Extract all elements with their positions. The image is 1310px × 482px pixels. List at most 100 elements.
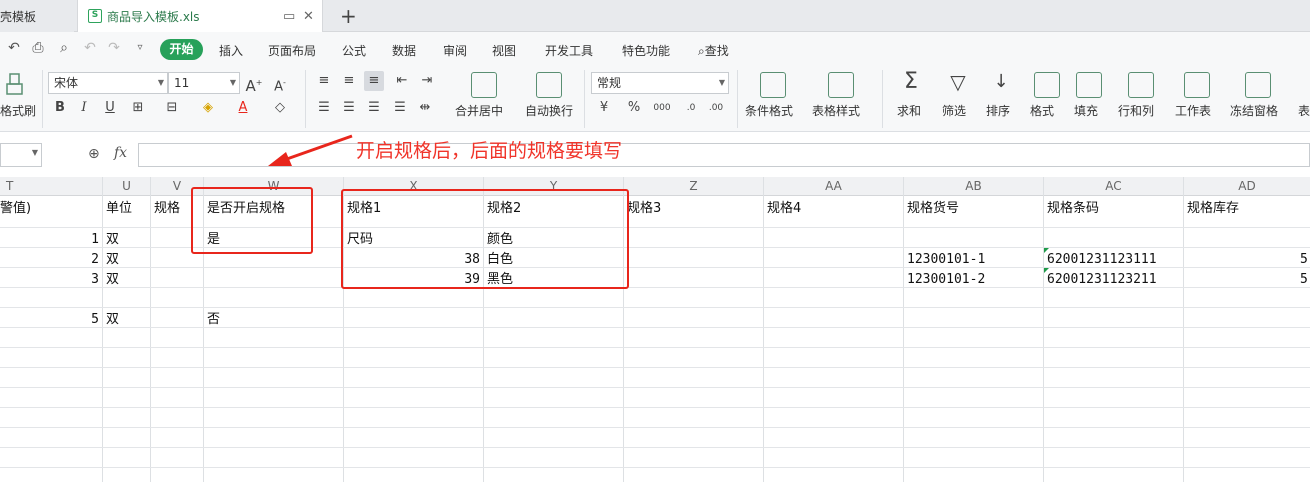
align-top-icon[interactable]: ≡ bbox=[314, 71, 334, 91]
cell-r2-ab[interactable]: 12300101-1 bbox=[907, 249, 985, 269]
merge-center-icon[interactable] bbox=[471, 72, 497, 98]
cell-header-z[interactable]: 规格3 bbox=[627, 198, 661, 218]
menu-data[interactable]: 数据 bbox=[392, 42, 416, 59]
format-brush-icon[interactable] bbox=[4, 72, 26, 98]
cell-r2-ac[interactable]: 62001231123111 bbox=[1047, 249, 1157, 269]
clear-format-icon[interactable]: ◇ bbox=[270, 98, 290, 118]
decrease-decimal-icon[interactable]: .00 bbox=[706, 98, 726, 118]
align-bottom-icon[interactable]: ≡ bbox=[364, 71, 384, 91]
undo-history-icon[interactable]: ↶ bbox=[6, 40, 22, 56]
menu-page-layout[interactable]: 页面布局 bbox=[268, 42, 316, 59]
table-style-icon[interactable] bbox=[828, 72, 854, 98]
merge-style-icon[interactable]: ⊟ bbox=[162, 98, 182, 118]
thousands-icon[interactable]: 000 bbox=[652, 98, 672, 118]
increase-decimal-icon[interactable]: .0 bbox=[681, 98, 701, 118]
sum-icon[interactable]: Σ bbox=[898, 71, 924, 98]
col-header-ac[interactable]: AC bbox=[1044, 177, 1183, 196]
conditional-format-icon[interactable] bbox=[760, 72, 786, 98]
window-restore-icon[interactable]: ▭ bbox=[283, 9, 295, 24]
bold-icon[interactable]: B bbox=[50, 98, 70, 118]
search-menu[interactable]: ⌕查找 bbox=[698, 42, 729, 59]
menu-developer[interactable]: 开发工具 bbox=[545, 42, 593, 59]
zoom-formula-icon[interactable]: ⊕ bbox=[88, 146, 100, 162]
align-right-icon[interactable]: ☰ bbox=[364, 98, 384, 118]
print-icon[interactable]: ⎙ bbox=[30, 40, 46, 56]
col-header-u[interactable]: U bbox=[103, 177, 150, 196]
col-header-aa[interactable]: AA bbox=[764, 177, 903, 196]
wrap-text-label[interactable]: 自动换行 bbox=[525, 102, 573, 119]
customize-quick-access-icon[interactable]: ▿ bbox=[132, 40, 148, 56]
print-preview-icon[interactable]: ⌕ bbox=[56, 40, 72, 56]
cell-header-ab[interactable]: 规格货号 bbox=[907, 198, 959, 218]
col-header-t[interactable]: T bbox=[0, 177, 102, 196]
cell-r3-ac[interactable]: 62001231123211 bbox=[1047, 269, 1157, 289]
filter-label[interactable]: 筛选 bbox=[942, 102, 966, 119]
col-header-ab[interactable]: AB bbox=[904, 177, 1043, 196]
menu-review[interactable]: 审阅 bbox=[443, 42, 467, 59]
cell-header-ac[interactable]: 规格条码 bbox=[1047, 198, 1099, 218]
cell-r5-u[interactable]: 双 bbox=[106, 309, 119, 329]
cell-r5-t[interactable]: 5 bbox=[0, 309, 99, 329]
currency-icon[interactable]: ¥ bbox=[594, 98, 614, 118]
font-color-icon[interactable]: A bbox=[233, 98, 253, 118]
align-center-icon[interactable]: ☰ bbox=[339, 98, 359, 118]
menu-features[interactable]: 特色功能 bbox=[622, 42, 670, 59]
table-style-label[interactable]: 表格样式 bbox=[812, 102, 860, 119]
fill-label[interactable]: 填充 bbox=[1074, 102, 1098, 119]
cell-r5-w[interactable]: 否 bbox=[207, 309, 220, 329]
format-label[interactable]: 格式 bbox=[1030, 102, 1054, 119]
increase-indent-icon[interactable]: ⇥ bbox=[417, 71, 437, 91]
number-format-select[interactable]: 常规 ▼ bbox=[591, 72, 729, 94]
distributed-align-icon[interactable]: ⇹ bbox=[415, 98, 435, 118]
font-name-select[interactable]: 宋体 ▼ bbox=[48, 72, 168, 94]
more-tables-label[interactable]: 表 bbox=[1298, 102, 1310, 119]
percent-icon[interactable]: % bbox=[624, 98, 644, 118]
align-left-icon[interactable]: ☰ bbox=[314, 98, 334, 118]
menu-home[interactable]: 开始 bbox=[160, 39, 203, 60]
conditional-format-label[interactable]: 条件格式 bbox=[745, 102, 793, 119]
col-header-z[interactable]: Z bbox=[624, 177, 763, 196]
format-icon[interactable] bbox=[1034, 72, 1060, 98]
worksheet-label[interactable]: 工作表 bbox=[1175, 102, 1211, 119]
cell-r2-ad[interactable]: 5 bbox=[1300, 249, 1308, 269]
sort-icon[interactable]: ↓ bbox=[988, 72, 1014, 98]
menu-view[interactable]: 视图 bbox=[492, 42, 516, 59]
cell-header-ad[interactable]: 规格库存 bbox=[1187, 198, 1239, 218]
close-tab-icon[interactable]: ✕ bbox=[303, 9, 314, 24]
fx-label[interactable]: fx bbox=[114, 145, 127, 161]
menu-formulas[interactable]: 公式 bbox=[342, 42, 366, 59]
cell-r1-u[interactable]: 双 bbox=[106, 229, 119, 249]
cell-r3-ad[interactable]: 5 bbox=[1300, 269, 1308, 289]
italic-icon[interactable]: I bbox=[74, 98, 94, 118]
borders-icon[interactable]: ⊞ bbox=[128, 98, 148, 118]
redo-icon[interactable]: ↷ bbox=[106, 40, 122, 56]
freeze-panes-icon[interactable] bbox=[1245, 72, 1271, 98]
col-header-ad[interactable]: AD bbox=[1184, 177, 1310, 196]
decrease-font-icon[interactable]: A- bbox=[270, 73, 290, 94]
filter-icon[interactable]: ▽ bbox=[945, 72, 971, 98]
fill-color-icon[interactable]: ◈ bbox=[198, 98, 218, 118]
tab-previous-document[interactable]: 壳模板 bbox=[0, 0, 74, 32]
font-size-select[interactable]: 11 ▼ bbox=[168, 72, 240, 94]
undo-icon[interactable]: ↶ bbox=[82, 40, 98, 56]
underline-icon[interactable]: U bbox=[100, 98, 120, 118]
worksheet-icon[interactable] bbox=[1184, 72, 1210, 98]
increase-font-icon[interactable]: A+ bbox=[244, 73, 264, 95]
cell-r3-t[interactable]: 3 bbox=[0, 269, 99, 289]
merge-center-label[interactable]: 合并居中 bbox=[455, 102, 503, 119]
rows-cols-label[interactable]: 行和列 bbox=[1118, 102, 1154, 119]
cell-header-v[interactable]: 规格 bbox=[154, 198, 180, 218]
cell-r2-t[interactable]: 2 bbox=[0, 249, 99, 269]
menu-insert[interactable]: 插入 bbox=[219, 42, 243, 59]
new-tab-button[interactable]: + bbox=[340, 4, 357, 28]
sort-label[interactable]: 排序 bbox=[986, 102, 1010, 119]
sum-label[interactable]: 求和 bbox=[897, 102, 921, 119]
rows-cols-icon[interactable] bbox=[1128, 72, 1154, 98]
name-box[interactable]: ▼ bbox=[0, 143, 42, 167]
cell-r2-u[interactable]: 双 bbox=[106, 249, 119, 269]
cell-header-u[interactable]: 单位 bbox=[106, 198, 132, 218]
wrap-text-icon[interactable] bbox=[536, 72, 562, 98]
fill-icon[interactable] bbox=[1076, 72, 1102, 98]
cell-header-t[interactable]: 警值) bbox=[0, 198, 31, 218]
cell-header-aa[interactable]: 规格4 bbox=[767, 198, 801, 218]
